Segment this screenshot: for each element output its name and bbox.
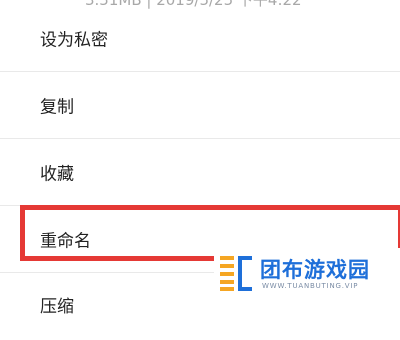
menu-item-label: 复制: [40, 97, 74, 118]
menu-item-copy[interactable]: 复制: [0, 72, 400, 139]
watermark-logo-icon: [220, 256, 252, 291]
menu-item-label: 设为私密: [40, 30, 108, 51]
watermark-title: 团布游戏园: [260, 258, 370, 282]
watermark-url: WWW.TUANBUTING.VIP: [262, 282, 359, 290]
menu-item-label: 压缩: [40, 297, 74, 317]
menu-item-favorite[interactable]: 收藏: [0, 139, 400, 206]
menu-item-label: 收藏: [40, 164, 74, 185]
menu-item-set-private[interactable]: 设为私密: [0, 5, 400, 72]
menu-item-label: 重命名: [40, 231, 91, 252]
watermark: 团布游戏园 WWW.TUANBUTING.VIP: [214, 248, 400, 300]
